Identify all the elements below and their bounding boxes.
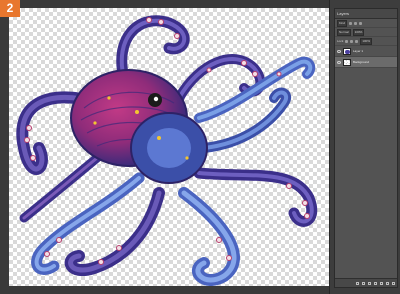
fill-field[interactable]: 100% [360,37,373,45]
blend-row: Normal 100% [335,28,397,37]
layer-name: Layer 1 [353,49,364,53]
lock-row: Lock 100% [335,37,397,46]
filter-type-icon[interactable] [359,21,363,25]
lock-label: Lock [337,39,344,43]
tab-layers[interactable]: Layers [337,9,349,18]
visibility-eye-icon[interactable] [337,60,341,64]
octopus-artwork [16,15,318,286]
trash-icon[interactable] [392,281,395,285]
adjustment-icon[interactable] [374,281,377,285]
filter-adjust-icon[interactable] [354,21,358,25]
opacity-field[interactable]: 100% [352,28,365,36]
lock-pixels-icon[interactable] [345,39,349,43]
layers-panel-footer [335,278,397,287]
layer-row[interactable]: Layer 1 [335,46,397,57]
step-badge: 2 [0,0,20,17]
group-icon[interactable] [380,281,383,285]
layer-name: Background [353,60,370,64]
right-panel-dock: Layers Kind Normal 100% Lock 100% Layer … [329,0,400,294]
filter-row: Kind [335,19,397,28]
visibility-eye-icon[interactable] [337,49,341,53]
filter-pixel-icon[interactable] [349,21,353,25]
kind-filter-dropdown[interactable]: Kind [337,19,348,27]
layer-thumbnail [343,47,351,55]
document-canvas[interactable] [9,8,329,286]
layer-row[interactable]: Background [335,57,397,68]
fx-icon[interactable] [362,281,365,285]
lock-position-icon[interactable] [350,39,354,43]
layers-panel-header: Layers [335,9,397,19]
new-layer-icon[interactable] [386,281,389,285]
lock-all-icon[interactable] [355,39,359,43]
blend-mode-dropdown[interactable]: Normal [337,28,351,36]
link-icon[interactable] [356,281,359,285]
layers-panel: Layers Kind Normal 100% Lock 100% Layer … [334,8,398,288]
mask-icon[interactable] [368,281,371,285]
layer-thumbnail [343,58,351,66]
